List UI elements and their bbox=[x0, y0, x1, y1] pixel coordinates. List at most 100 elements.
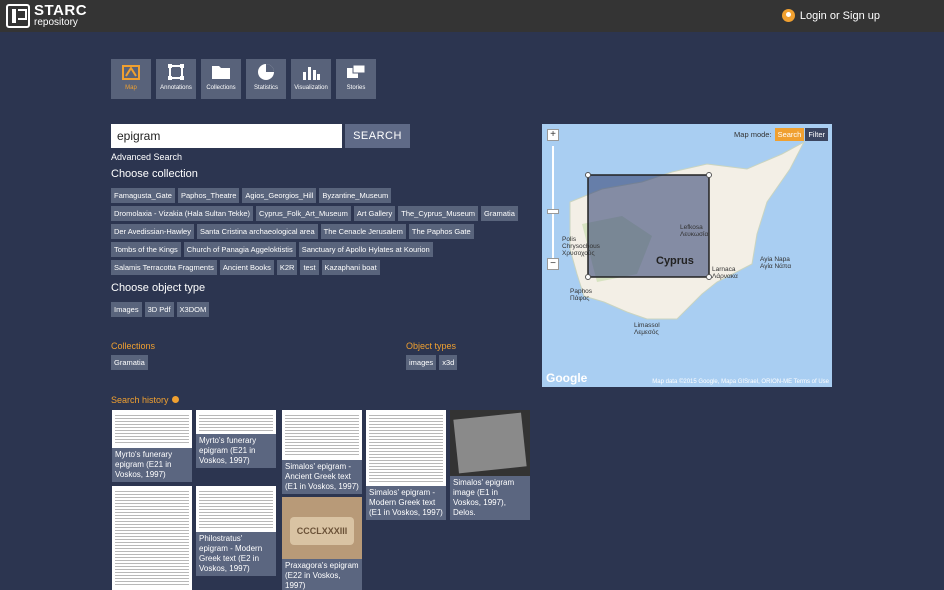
result-card[interactable]: Simalos' epigram image (E1 in Voskos, 19… bbox=[450, 410, 530, 520]
map-label-ayianapa: Ayia Napa Αγία Νάπα bbox=[760, 256, 792, 270]
tool-stories-label: Stories bbox=[346, 85, 366, 91]
collection-tag[interactable]: Sanctuary of Apollo Hylates at Kourion bbox=[298, 242, 433, 257]
result-card[interactable]: CCCLXXXIII Praxagora's epigram (E22 in V… bbox=[282, 497, 362, 590]
result-card[interactable]: Philostratus' epigram - Modern Greek tex… bbox=[196, 486, 276, 576]
logo-title: STARC bbox=[34, 2, 88, 19]
map-mode-label: Map mode: bbox=[734, 130, 772, 139]
map-mode-filter-button[interactable]: Filter bbox=[805, 128, 828, 141]
search-button[interactable]: SEARCH bbox=[345, 124, 410, 148]
collection-tag[interactable]: The_Cyprus_Museum bbox=[398, 206, 479, 221]
collection-tag[interactable]: Art Gallery bbox=[353, 206, 396, 221]
history-dot-icon bbox=[171, 396, 179, 403]
collection-tag[interactable]: Church of Panagia Aggeloktistis bbox=[183, 242, 296, 257]
search-history[interactable]: Search history bbox=[111, 395, 179, 405]
tool-collections[interactable]: Collections bbox=[201, 59, 241, 99]
collection-tag[interactable]: Gramatia bbox=[481, 206, 518, 221]
collection-tag[interactable]: Agios_Georgios_Hill bbox=[242, 188, 317, 203]
tool-annotations[interactable]: Annotations bbox=[156, 59, 196, 99]
starc-logo[interactable]: STARC repository bbox=[6, 3, 87, 28]
selected-type-tag[interactable]: images bbox=[406, 355, 437, 370]
tool-visualization[interactable]: Visualization bbox=[291, 59, 331, 99]
map-panel[interactable]: + − Map mode: Search Filter Cyprus Lefko… bbox=[542, 124, 832, 387]
search-bar: SEARCH bbox=[111, 124, 410, 148]
logo-icon bbox=[6, 3, 30, 28]
result-thumbnail: CCCLXXXIII bbox=[282, 497, 362, 559]
pie-chart-icon bbox=[258, 64, 274, 80]
tool-statistics[interactable]: Statistics bbox=[246, 59, 286, 99]
google-logo: Google bbox=[546, 371, 588, 385]
tool-map-label: Map bbox=[125, 85, 137, 91]
map-label-larnaca: Larnaca Λάρνακα bbox=[712, 266, 738, 280]
collection-tag[interactable]: Paphos_Theatre bbox=[177, 188, 240, 203]
search-history-label: Search history bbox=[111, 395, 169, 405]
object-type-tags: Images 3D Pdf X3DOM bbox=[111, 302, 531, 320]
annotation-icon bbox=[168, 64, 184, 80]
result-caption: Simalos' epigram - Ancient Greek text (E… bbox=[285, 462, 359, 491]
result-thumbnail bbox=[112, 410, 192, 448]
choose-collection-heading: Choose collection bbox=[111, 168, 198, 180]
zoom-slider-handle[interactable] bbox=[547, 209, 559, 214]
object-types-filter-label: Object types bbox=[406, 341, 457, 351]
tool-statistics-label: Statistics bbox=[253, 85, 278, 91]
collection-tag[interactable]: Tombs of the Kings bbox=[111, 242, 181, 257]
search-input[interactable] bbox=[111, 124, 342, 148]
collection-tag[interactable]: Santa Cristina archaeological area bbox=[196, 224, 318, 239]
map-label-lefkosia: Lefkosa Λευκωσία bbox=[680, 224, 709, 238]
tool-stories[interactable]: Stories bbox=[336, 59, 376, 99]
collection-tag[interactable]: The Paphos Gate bbox=[408, 224, 474, 239]
login-label: Login or Sign up bbox=[799, 9, 880, 22]
map-mode: Map mode: Search Filter bbox=[734, 128, 828, 141]
zoom-in-button[interactable]: + bbox=[547, 129, 559, 141]
zoom-out-button[interactable]: − bbox=[547, 258, 559, 270]
result-card[interactable]: Simalos' epigram - Modern Greek text (E1… bbox=[366, 410, 446, 520]
result-caption: Philostratus' epigram - Modern Greek tex… bbox=[199, 534, 263, 573]
selected-types: images x3d bbox=[406, 355, 526, 373]
map-label-polis: Polis Chrysochous Χρυσοχούς bbox=[562, 236, 600, 257]
tool-map[interactable]: Map bbox=[111, 59, 151, 99]
result-thumbnail bbox=[196, 410, 276, 434]
map-icon bbox=[122, 65, 140, 80]
folder-icon bbox=[212, 66, 230, 79]
advanced-search-link[interactable]: Advanced Search bbox=[111, 152, 182, 162]
collection-tag[interactable]: Byzantine_Museum bbox=[319, 188, 392, 203]
result-thumbnail bbox=[282, 410, 362, 460]
result-caption: Simalos' epigram image (E1 in Voskos, 19… bbox=[453, 478, 515, 517]
bar-chart-icon bbox=[303, 67, 320, 80]
object-type-tag[interactable]: Images bbox=[111, 302, 142, 317]
collection-tag[interactable]: Dromolaxia - Vizakia (Hala Sultan Tekke) bbox=[111, 206, 254, 221]
result-thumbnail bbox=[196, 486, 276, 532]
user-icon bbox=[781, 9, 795, 22]
collection-tag[interactable]: Kazaphani boat bbox=[321, 260, 380, 275]
collections-filter-label: Collections bbox=[111, 341, 156, 351]
collection-tag[interactable]: K2R bbox=[276, 260, 298, 275]
collection-tag[interactable]: Der Avedissian-Hawley bbox=[111, 224, 194, 239]
tool-bar: Map Annotations Collections Statistics V… bbox=[111, 59, 381, 99]
tool-annotations-label: Annotations bbox=[160, 85, 192, 91]
collection-tag[interactable]: Salamis Terracotta Fragments bbox=[111, 260, 217, 275]
map-mode-search-button[interactable]: Search bbox=[774, 128, 805, 141]
result-card[interactable] bbox=[112, 486, 192, 590]
result-card[interactable]: Myrto's funerary epigram (E21 in Voskos,… bbox=[112, 410, 192, 482]
collection-tag[interactable]: test bbox=[300, 260, 319, 275]
result-caption: Myrto's funerary epigram (E21 in Voskos,… bbox=[115, 450, 173, 479]
collection-tag[interactable]: The Cenacle Jerusalem bbox=[320, 224, 406, 239]
result-card[interactable]: Myrto's funerary epigram (E21 in Voskos,… bbox=[196, 410, 276, 468]
result-thumbnail bbox=[450, 410, 530, 476]
collection-tag[interactable]: Ancient Books bbox=[219, 260, 274, 275]
selected-type-tag[interactable]: x3d bbox=[439, 355, 458, 370]
tool-collections-label: Collections bbox=[206, 85, 236, 91]
result-caption: Myrto's funerary epigram (E21 in Voskos,… bbox=[199, 436, 257, 465]
map-attribution: Map data ©2015 Google, Mapa GISrael, ORI… bbox=[652, 379, 829, 385]
collection-tag[interactable]: Famagusta_Gate bbox=[111, 188, 175, 203]
zoom-slider[interactable] bbox=[552, 146, 554, 264]
selected-collection-tag[interactable]: Gramatia bbox=[111, 355, 148, 370]
result-card[interactable]: Simalos' epigram - Ancient Greek text (E… bbox=[282, 410, 362, 494]
collection-tag[interactable]: Cyprus_Folk_Art_Museum bbox=[256, 206, 351, 221]
top-bar: STARC repository Login or Sign up bbox=[0, 0, 944, 32]
logo-subtitle: repository bbox=[34, 17, 78, 28]
result-caption: Praxagora's epigram (E22 in Voskos, 1997… bbox=[285, 561, 359, 590]
object-type-tag[interactable]: X3DOM bbox=[176, 302, 210, 317]
stone-inscription: CCCLXXXIII bbox=[296, 526, 348, 536]
login-link[interactable]: Login or Sign up bbox=[781, 9, 880, 22]
object-type-tag[interactable]: 3D Pdf bbox=[144, 302, 174, 317]
